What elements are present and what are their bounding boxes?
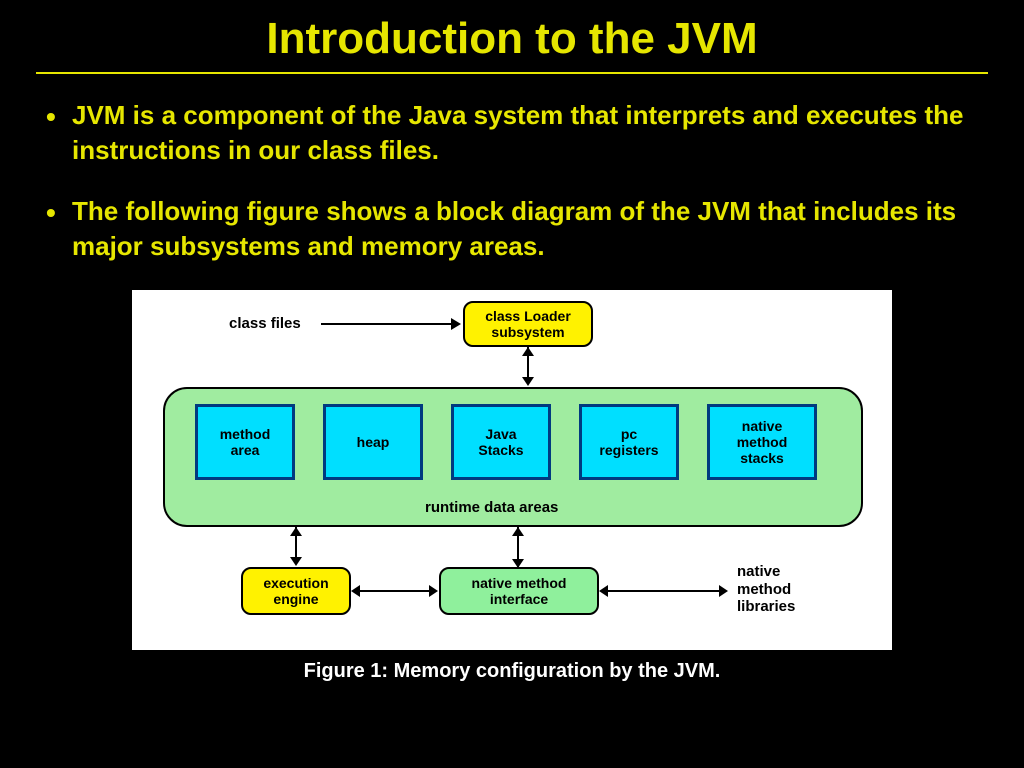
- box-native-method-interface: native method interface: [439, 567, 599, 615]
- bullet-item: The following figure shows a block diagr…: [42, 194, 982, 264]
- box-execution-engine: execution engine: [241, 567, 351, 615]
- jvm-diagram: class files class Loader subsystem runti…: [132, 290, 892, 650]
- arrow-line: [353, 590, 435, 592]
- label-runtime-areas: runtime data areas: [425, 499, 558, 516]
- arrow-head-down-icon: [522, 377, 534, 386]
- box-java-stacks: Java Stacks: [451, 404, 551, 480]
- box-class-loader: class Loader subsystem: [463, 301, 593, 347]
- slide-root: Introduction to the JVM JVM is a compone…: [0, 0, 1024, 768]
- arrow-line: [321, 323, 451, 325]
- arrow-head-left-icon: [351, 585, 360, 597]
- label-native-libraries: native method libraries: [737, 563, 795, 615]
- figure-caption: Figure 1: Memory configuration by the JV…: [304, 660, 721, 683]
- box-native-method-stacks: native method stacks: [707, 404, 817, 480]
- slide-title: Introduction to the JVM: [36, 14, 988, 70]
- arrow-head-up-icon: [512, 527, 524, 536]
- figure-wrapper: class files class Loader subsystem runti…: [36, 290, 988, 683]
- arrow-head-left-icon: [599, 585, 608, 597]
- arrow-head-down-icon: [290, 557, 302, 566]
- arrow-line: [601, 590, 725, 592]
- arrow-head-right-icon: [719, 585, 728, 597]
- arrow-head-down-icon: [512, 559, 524, 568]
- arrow-head-right-icon: [451, 318, 461, 330]
- label-class-files: class files: [229, 315, 301, 332]
- arrow-head-up-icon: [522, 347, 534, 356]
- title-underline: [36, 72, 988, 74]
- bullet-item: JVM is a component of the Java system th…: [42, 98, 982, 168]
- arrow-head-right-icon: [429, 585, 438, 597]
- bullet-list: JVM is a component of the Java system th…: [36, 98, 988, 264]
- box-method-area: method area: [195, 404, 295, 480]
- box-pc-registers: pc registers: [579, 404, 679, 480]
- arrow-head-up-icon: [290, 527, 302, 536]
- box-heap: heap: [323, 404, 423, 480]
